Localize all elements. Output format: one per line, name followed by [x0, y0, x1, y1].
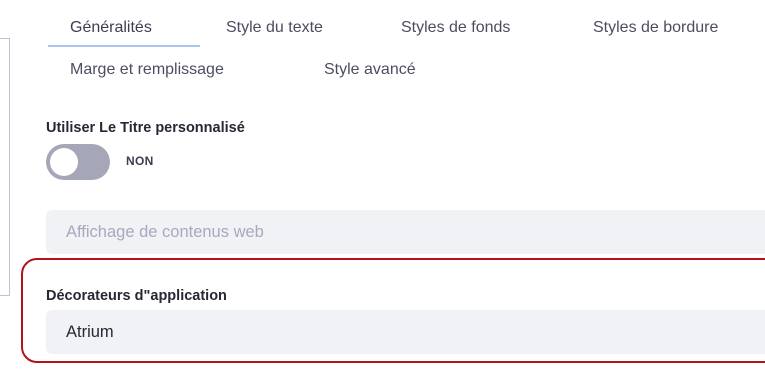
tab-styles-de-bordure[interactable]: Styles de bordure — [593, 18, 718, 38]
decorator-label: Décorateurs d"application — [46, 288, 227, 304]
toggle-state-text: NON — [126, 154, 154, 168]
tab-style-du-texte[interactable]: Style du texte — [226, 18, 323, 38]
active-tab-indicator — [48, 45, 200, 47]
tab-style-avance[interactable]: Style avancé — [324, 60, 416, 80]
decorator-select[interactable] — [46, 310, 765, 354]
toggle-knob — [50, 148, 78, 176]
portlet-title-input[interactable] — [46, 210, 765, 254]
tab-generalites[interactable]: Généralités — [70, 18, 152, 38]
tab-styles-de-fonds[interactable]: Styles de fonds — [401, 18, 510, 38]
custom-title-toggle[interactable] — [46, 144, 110, 180]
tab-marge-et-remplissage[interactable]: Marge et remplissage — [70, 60, 224, 80]
custom-title-label: Utiliser Le Titre personnalisé — [46, 120, 245, 136]
tab-bar: Généralités Style du texte Styles de fon… — [0, 0, 765, 100]
